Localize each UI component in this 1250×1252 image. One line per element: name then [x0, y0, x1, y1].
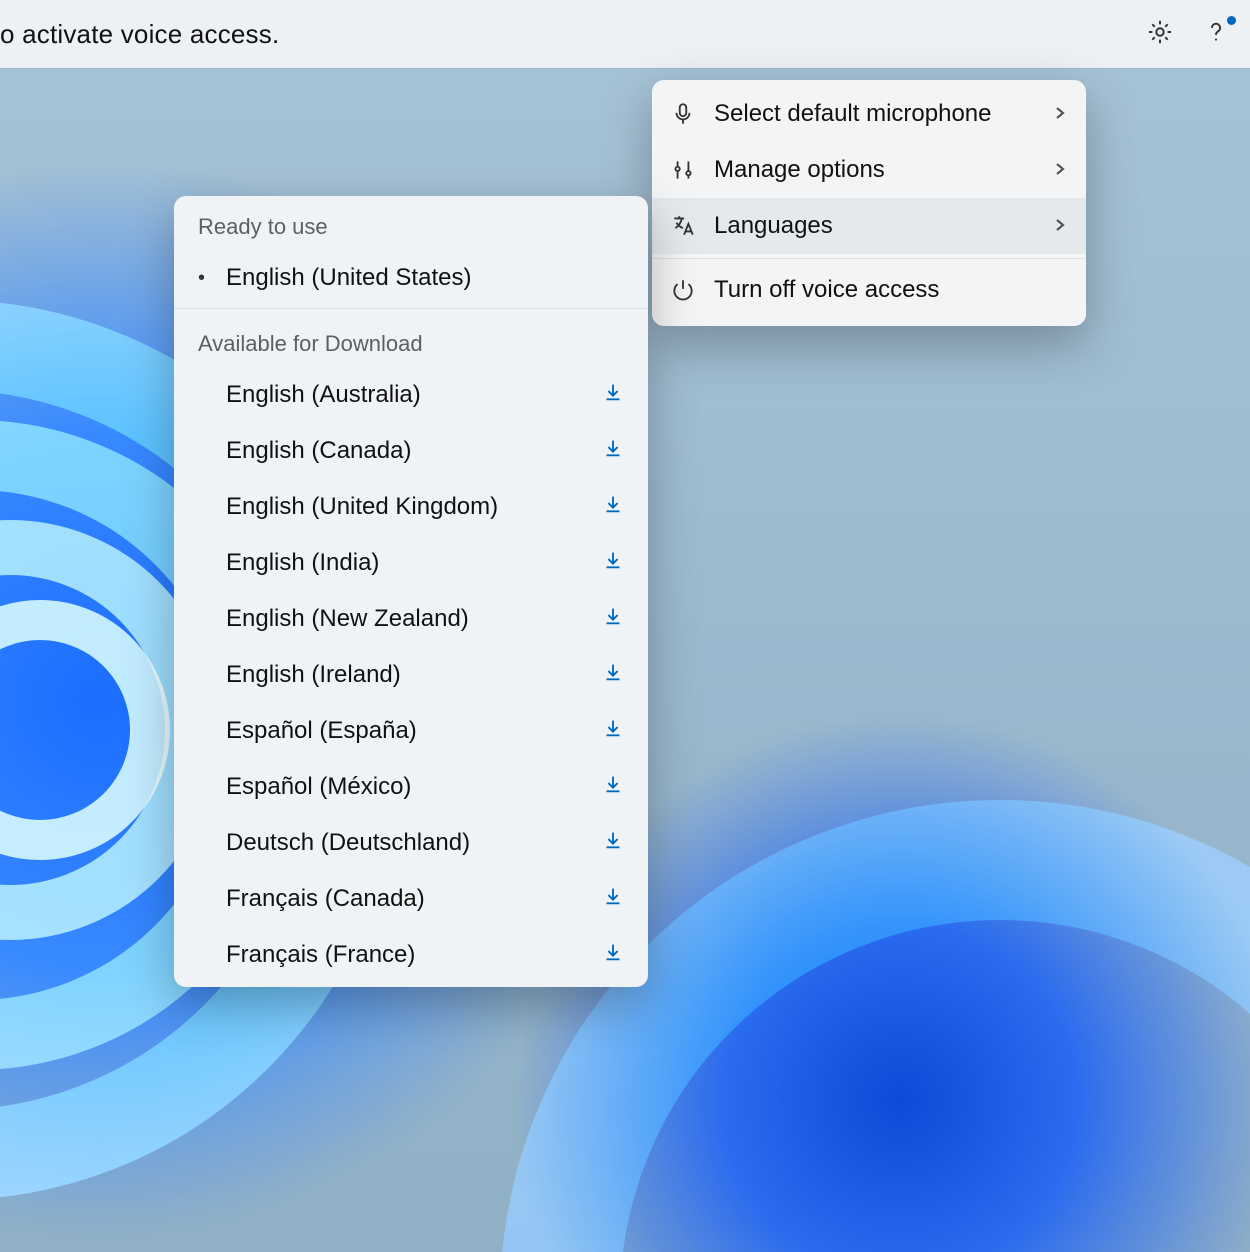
language-item[interactable]: Español (España)	[174, 703, 648, 759]
language-item[interactable]: English (India)	[174, 535, 648, 591]
language-label: Deutsch (Deutschland)	[226, 829, 602, 857]
menu-item-label: Turn off voice access	[714, 276, 1068, 304]
language-label: English (New Zealand)	[226, 605, 602, 633]
language-item[interactable]: Français (Canada)	[174, 871, 648, 927]
language-label: English (India)	[226, 549, 602, 577]
voice-access-hint: o activate voice access.	[0, 19, 279, 50]
language-label: Español (España)	[226, 717, 602, 745]
topbar-actions	[1146, 18, 1230, 51]
translate-icon	[670, 213, 714, 239]
download-icon[interactable]	[602, 605, 624, 634]
menu-item-label: Select default microphone	[714, 100, 1052, 128]
notification-dot-icon	[1227, 16, 1236, 25]
microphone-icon	[670, 101, 714, 127]
download-icon[interactable]	[602, 773, 624, 802]
menu-item-label: Manage options	[714, 156, 1052, 184]
power-icon	[670, 277, 714, 303]
language-label: English (United Kingdom)	[226, 493, 602, 521]
download-icon[interactable]	[602, 437, 624, 466]
language-label: English (Ireland)	[226, 661, 602, 689]
language-item[interactable]: Français (France)	[174, 927, 648, 983]
download-icon[interactable]	[602, 661, 624, 690]
download-icon[interactable]	[602, 941, 624, 970]
language-item[interactable]: Deutsch (Deutschland)	[174, 815, 648, 871]
download-icon[interactable]	[602, 717, 624, 746]
gear-icon	[1146, 18, 1174, 46]
language-item[interactable]: English (Ireland)	[174, 647, 648, 703]
divider	[174, 308, 648, 309]
language-item[interactable]: English (New Zealand)	[174, 591, 648, 647]
tools-icon	[670, 157, 714, 183]
chevron-right-icon	[1052, 212, 1068, 240]
settings-button[interactable]	[1146, 18, 1174, 51]
menu-item-languages[interactable]: Languages	[652, 198, 1086, 254]
download-icon[interactable]	[602, 885, 624, 914]
language-label: English (Australia)	[226, 381, 602, 409]
active-indicator-icon: •	[198, 267, 226, 290]
menu-item-manage-options[interactable]: Manage options	[652, 142, 1086, 198]
download-icon[interactable]	[602, 381, 624, 410]
language-item[interactable]: English (Canada)	[174, 423, 648, 479]
language-label: English (United States)	[226, 264, 624, 292]
help-button[interactable]	[1202, 18, 1230, 51]
download-icon[interactable]	[602, 549, 624, 578]
language-item[interactable]: English (Australia)	[174, 367, 648, 423]
language-item-active[interactable]: • English (United States)	[174, 250, 648, 306]
menu-item-select-microphone[interactable]: Select default microphone	[652, 86, 1086, 142]
language-label: English (Canada)	[226, 437, 602, 465]
language-label: Español (México)	[226, 773, 602, 801]
voice-access-bar: o activate voice access.	[0, 0, 1250, 68]
section-header-download: Available for Download	[174, 313, 648, 367]
chevron-right-icon	[1052, 156, 1068, 184]
language-label: Français (France)	[226, 941, 602, 969]
language-label: Français (Canada)	[226, 885, 602, 913]
settings-flyout: Select default microphone Manage options…	[652, 80, 1086, 326]
language-item[interactable]: English (United Kingdom)	[174, 479, 648, 535]
help-icon	[1202, 18, 1230, 46]
language-item[interactable]: Español (México)	[174, 759, 648, 815]
download-icon[interactable]	[602, 829, 624, 858]
languages-flyout: Ready to use • English (United States) A…	[174, 196, 648, 987]
menu-item-turn-off[interactable]: Turn off voice access	[652, 258, 1086, 320]
menu-item-label: Languages	[714, 212, 1052, 240]
section-header-ready: Ready to use	[174, 196, 648, 250]
download-icon[interactable]	[602, 493, 624, 522]
chevron-right-icon	[1052, 100, 1068, 128]
